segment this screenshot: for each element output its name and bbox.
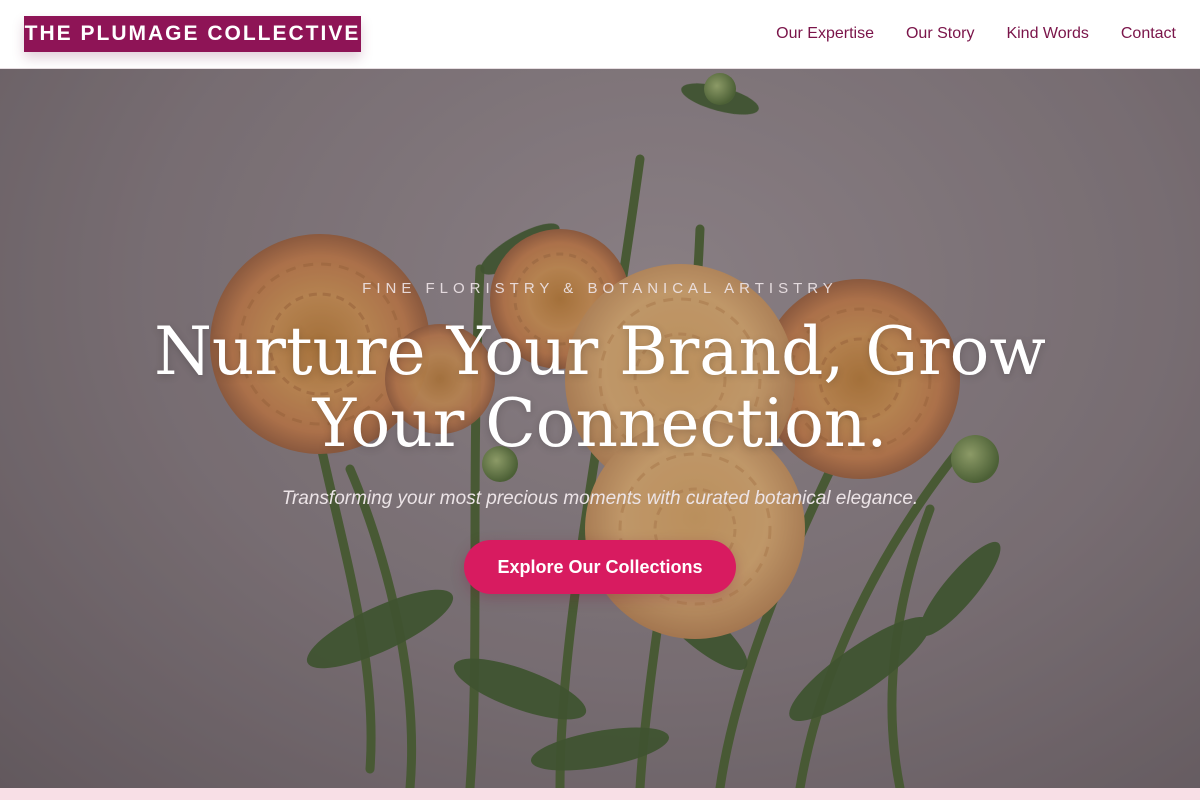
- explore-collections-button[interactable]: Explore Our Collections: [464, 540, 736, 594]
- hero-eyebrow: FINE FLORISTRY & BOTANICAL ARTISTRY: [362, 280, 838, 297]
- nav-link-kind-words[interactable]: Kind Words: [1006, 25, 1088, 43]
- nav-link-our-expertise[interactable]: Our Expertise: [776, 25, 874, 43]
- hero-section: FINE FLORISTRY & BOTANICAL ARTISTRY Nurt…: [0, 69, 1200, 788]
- hero-content: FINE FLORISTRY & BOTANICAL ARTISTRY Nurt…: [0, 69, 1200, 788]
- brand-logo[interactable]: THE PLUMAGE COLLECTIVE: [24, 16, 361, 52]
- next-section-edge: [0, 788, 1200, 800]
- nav-link-our-story[interactable]: Our Story: [906, 25, 974, 43]
- hero-headline-line-1: Nurture Your Brand, Grow: [154, 313, 1046, 390]
- hero-subline: Transforming your most precious moments …: [281, 488, 919, 509]
- hero-headline-line-2: Your Connection.: [312, 385, 888, 462]
- main-nav: Our Expertise Our Story Kind Words Conta…: [776, 25, 1176, 43]
- nav-link-contact[interactable]: Contact: [1121, 25, 1176, 43]
- hero-headline: Nurture Your Brand, Grow Your Connection…: [150, 316, 1050, 460]
- site-header: THE PLUMAGE COLLECTIVE Our Expertise Our…: [0, 0, 1200, 69]
